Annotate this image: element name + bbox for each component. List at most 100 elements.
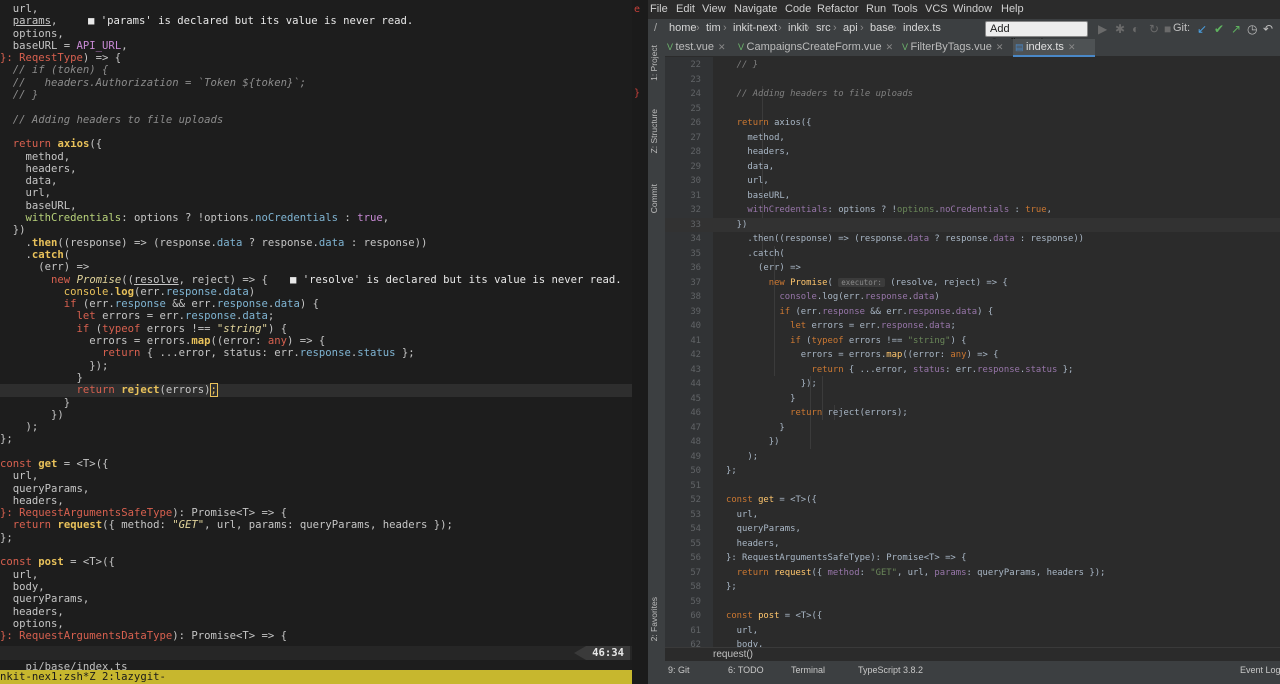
vim-code-line[interactable]: .then((response) => (response.data ? res… (0, 237, 632, 249)
ide-code-line[interactable]: 25 (665, 102, 1280, 117)
ide-code-line[interactable]: 36 (err) => (665, 261, 1280, 276)
ide-code-line[interactable]: 31 baseURL, (665, 189, 1280, 204)
project-tool-tab[interactable]: 1: Project (649, 45, 659, 81)
favorites-tool-tab[interactable]: 2: Favorites (649, 597, 659, 641)
vim-code-line[interactable] (0, 544, 632, 556)
ide-code-line[interactable]: 45 } (665, 392, 1280, 407)
ide-code-line[interactable]: 48 }) (665, 435, 1280, 450)
vim-code-line[interactable]: return axios({ (0, 138, 632, 150)
vim-code-line[interactable]: baseURL = API_URL, (0, 40, 632, 52)
vim-code-line[interactable]: } (0, 397, 632, 409)
breadcrumb-item[interactable]: base (870, 22, 894, 34)
ide-code-line[interactable]: 41 if (typeof errors !== "string") { (665, 334, 1280, 349)
vim-code-line[interactable]: options, (0, 28, 632, 40)
git-tool-button[interactable]: 9: Git (668, 665, 690, 675)
vim-code-lines[interactable]: url, params, ■ 'params' is declared but i… (0, 3, 632, 642)
event-log-button[interactable]: Event Log (1240, 665, 1280, 675)
ide-code-line[interactable]: 39 if (err.response && err.response.data… (665, 305, 1280, 320)
menu-item-refactor[interactable]: Refactor (817, 3, 859, 15)
menu-item-edit[interactable]: Edit (676, 3, 695, 15)
ide-code-line[interactable]: 49 ); (665, 450, 1280, 465)
menu-item-tools[interactable]: Tools (892, 3, 918, 15)
coverage-icon[interactable]: ◐ (1132, 22, 1139, 36)
ide-code-line[interactable]: 29 data, (665, 160, 1280, 175)
ide-code-line[interactable]: 27 method, (665, 131, 1280, 146)
git-commit-icon[interactable]: ✔ (1214, 22, 1224, 36)
typescript-tool-button[interactable]: TypeScript 3.8.2 (858, 665, 923, 675)
vim-code-line[interactable]: withCredentials: options ? !options.noCr… (0, 212, 632, 224)
ide-code-line[interactable]: 51 (665, 479, 1280, 494)
vim-code-line[interactable]: headers, (0, 606, 632, 618)
ide-code-line[interactable]: 32 withCredentials: options ? !options.n… (665, 203, 1280, 218)
git-push-icon[interactable]: ↗ (1231, 22, 1241, 36)
ide-code-line[interactable]: 30 url, (665, 174, 1280, 189)
vim-code-line[interactable]: url, (0, 470, 632, 482)
vim-code-line[interactable]: }) (0, 224, 632, 236)
breadcrumb-item[interactable]: inkit-next (733, 22, 777, 34)
vim-code-line[interactable]: return reject(errors); (0, 383, 632, 398)
vim-code-line[interactable]: // } (0, 89, 632, 101)
vim-code-line[interactable]: errors = errors.map((error: any) => { (0, 335, 632, 347)
vim-code-line[interactable]: return request({ method: "GET", url, par… (0, 519, 632, 531)
vim-code-line[interactable]: queryParams, (0, 593, 632, 605)
rollback-icon[interactable]: ↶ (1263, 22, 1273, 36)
menu-item-help[interactable]: Help (1001, 3, 1024, 15)
terminal-tool-button[interactable]: Terminal (791, 665, 825, 675)
vim-code-line[interactable]: return { ...error, status: err.response.… (0, 347, 632, 359)
code-breadcrumb[interactable]: request() (713, 649, 753, 660)
vim-code-line[interactable]: let errors = err.response.data; (0, 310, 632, 322)
ide-code-line[interactable]: 46 return reject(errors); (665, 406, 1280, 421)
vim-code-line[interactable]: }; (0, 532, 632, 544)
ide-code-line[interactable]: 58}; (665, 580, 1280, 595)
ide-code-line[interactable]: 37 new Promise( executor: (resolve, reje… (665, 276, 1280, 291)
vim-code-line[interactable]: data, (0, 175, 632, 187)
ide-code-line[interactable]: 55 headers, (665, 537, 1280, 552)
ide-code-line[interactable]: 22 // } (665, 58, 1280, 73)
vim-code-line[interactable] (0, 446, 632, 458)
breadcrumb-item[interactable]: tim (706, 22, 721, 34)
vim-code-line[interactable]: headers, (0, 495, 632, 507)
vim-code-line[interactable]: }: ReqestType) => { (0, 52, 632, 64)
menu-item-window[interactable]: Window (953, 3, 992, 15)
editor-tab[interactable]: V test.vue ✕ (665, 39, 735, 57)
ide-code-line[interactable]: 42 errors = errors.map((error: any) => { (665, 348, 1280, 363)
git-update-icon[interactable]: ↙ (1197, 22, 1207, 36)
vim-code-line[interactable]: options, (0, 618, 632, 630)
vim-code-line[interactable]: // if (token) { (0, 64, 632, 76)
ide-code-line[interactable]: 23 (665, 73, 1280, 88)
ide-code-line[interactable]: 44 }); (665, 377, 1280, 392)
ide-code-line[interactable]: 50}; (665, 464, 1280, 479)
vim-code-line[interactable]: url, (0, 3, 632, 15)
vim-code-line[interactable]: (err) => (0, 261, 632, 273)
ide-code-editor[interactable]: 22 // } 23 24 // Adding headers to file up… (665, 57, 1280, 647)
history-icon[interactable]: ◷ (1247, 22, 1257, 36)
vim-code-line[interactable]: .catch( (0, 249, 632, 261)
commit-tool-tab[interactable]: Commit (649, 184, 659, 213)
vim-code-line[interactable]: url, (0, 187, 632, 199)
vim-code-line[interactable]: // Adding headers to file uploads (0, 114, 632, 126)
close-tab-icon[interactable]: ✕ (1068, 42, 1076, 52)
todo-tool-button[interactable]: 6: TODO (728, 665, 764, 675)
close-tab-icon[interactable]: ✕ (996, 42, 1004, 52)
ide-code-line[interactable]: 59 (665, 595, 1280, 610)
vim-code-line[interactable]: } (0, 372, 632, 384)
menu-item-navigate[interactable]: Navigate (734, 3, 777, 15)
vim-code-line[interactable]: new Promise((resolve, reject) => {■ 'res… (0, 274, 632, 286)
vim-code-line[interactable]: console.log(err.response.data) (0, 286, 632, 298)
breadcrumb-item[interactable]: index.ts (903, 22, 941, 34)
vim-code-line[interactable]: body, (0, 581, 632, 593)
vim-code-line[interactable]: ); (0, 421, 632, 433)
breadcrumb-item[interactable]: api (843, 22, 858, 34)
menu-item-file[interactable]: File (650, 3, 668, 15)
vim-code-line[interactable]: const post = <T>({ (0, 556, 632, 568)
vim-code-line[interactable]: baseURL, (0, 200, 632, 212)
menu-item-vcs[interactable]: VCS (925, 3, 948, 15)
editor-tab[interactable]: ▤ index.ts ✕ (1013, 39, 1095, 57)
vim-editor-pane[interactable]: url, params, ■ 'params' is declared but i… (0, 0, 632, 684)
breadcrumb-item[interactable]: home (669, 22, 697, 34)
ide-code-line[interactable]: 38 console.log(err.response.data) (665, 290, 1280, 305)
vim-code-line[interactable]: queryParams, (0, 483, 632, 495)
ide-code-line[interactable]: 60 const post = <T>({ (665, 609, 1280, 624)
breadcrumb-item[interactable]: src (816, 22, 831, 34)
editor-tab[interactable]: V FilterByTags.vue ✕ (900, 39, 1012, 57)
